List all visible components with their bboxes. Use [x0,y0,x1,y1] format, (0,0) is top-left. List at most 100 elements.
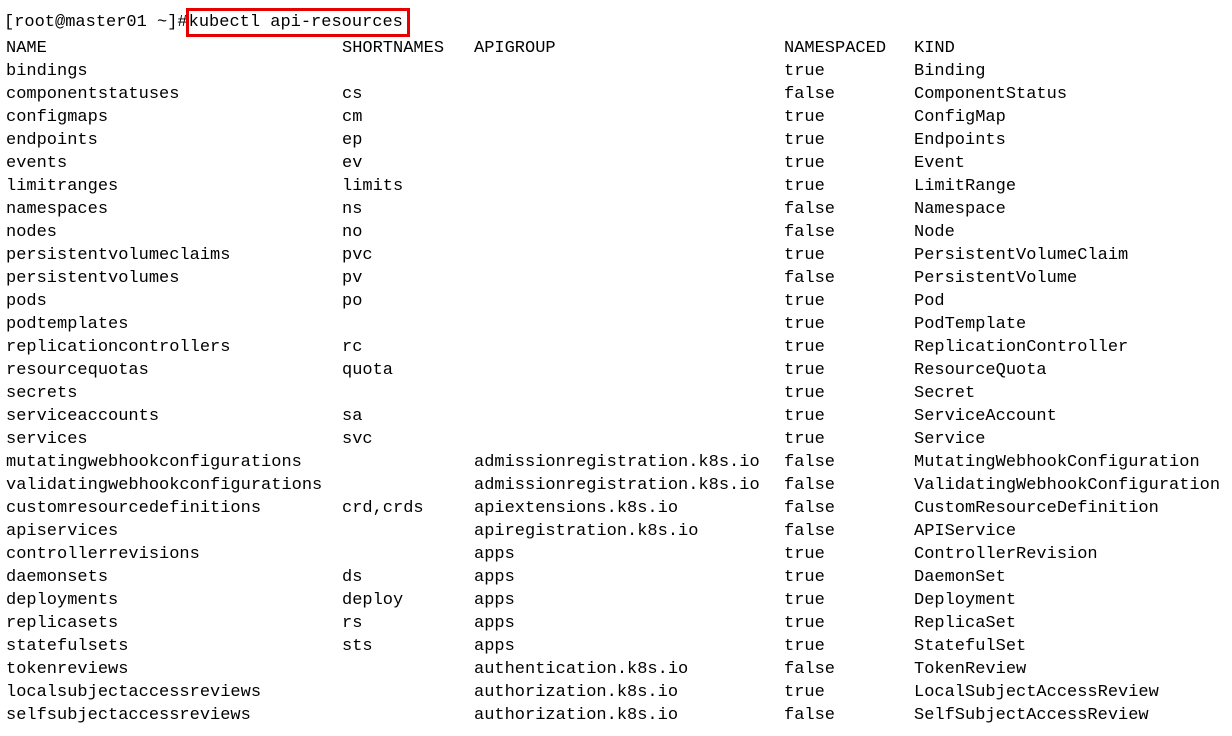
cell-name: persistentvolumes [4,267,342,290]
table-row: daemonsetsdsappstrueDaemonSet [4,566,1228,589]
cell-ns: true [784,290,914,313]
table-row: replicasetsrsappstrueReplicaSet [4,612,1228,635]
cell-short: cm [342,106,474,129]
cell-short [342,520,474,543]
cell-kind: ReplicationController [914,336,1228,359]
cell-apigroup: authorization.k8s.io [474,681,784,704]
cell-kind: ValidatingWebhookConfiguration [914,474,1228,497]
cell-short: sa [342,405,474,428]
cell-kind: ReplicaSet [914,612,1228,635]
cell-apigroup [474,175,784,198]
cell-name: selfsubjectaccessreviews [4,704,342,727]
header-apigroup: APIGROUP [474,37,784,60]
cell-apigroup [474,290,784,313]
cell-kind: ServiceAccount [914,405,1228,428]
cell-short: sts [342,635,474,658]
table-row: servicessvctrueService [4,428,1228,451]
cell-apigroup [474,106,784,129]
table-row: nodesnofalseNode [4,221,1228,244]
cell-apigroup: apps [474,589,784,612]
cell-kind: ResourceQuota [914,359,1228,382]
cell-name: bindings [4,60,342,83]
header-ns: NAMESPACED [784,37,914,60]
cell-kind: Namespace [914,198,1228,221]
cell-kind: Node [914,221,1228,244]
table-row: resourcequotasquotatrueResourceQuota [4,359,1228,382]
cell-apigroup [474,198,784,221]
cell-kind: PersistentVolumeClaim [914,244,1228,267]
cell-kind: Endpoints [914,129,1228,152]
table-row: validatingwebhookconfigurationsadmission… [4,474,1228,497]
table-row: replicationcontrollersrctrueReplicationC… [4,336,1228,359]
cell-apigroup: apps [474,635,784,658]
cell-ns: true [784,152,914,175]
cell-apigroup [474,221,784,244]
cell-kind: PodTemplate [914,313,1228,336]
cell-apigroup: authorization.k8s.io [474,704,784,727]
table-body: bindingstrueBindingcomponentstatusescsfa… [4,60,1228,727]
cell-apigroup: apps [474,543,784,566]
table-row: tokenreviewsauthentication.k8s.iofalseTo… [4,658,1228,681]
table-row: endpointseptrueEndpoints [4,129,1228,152]
cell-name: replicasets [4,612,342,635]
cell-kind: DaemonSet [914,566,1228,589]
table-row: mutatingwebhookconfigurationsadmissionre… [4,451,1228,474]
table-row: secretstrueSecret [4,382,1228,405]
command-highlight: kubectl api-resources [186,8,410,37]
table-row: configmapscmtrueConfigMap [4,106,1228,129]
cell-short: ds [342,566,474,589]
cell-name: podtemplates [4,313,342,336]
cell-short: cs [342,83,474,106]
cell-kind: Deployment [914,589,1228,612]
cell-name: services [4,428,342,451]
cell-name: customresourcedefinitions [4,497,342,520]
header-name: NAME [4,37,342,60]
cell-apigroup: apiextensions.k8s.io [474,497,784,520]
cell-name: persistentvolumeclaims [4,244,342,267]
cell-name: pods [4,290,342,313]
table-row: controllerrevisionsappstrueControllerRev… [4,543,1228,566]
cell-name: namespaces [4,198,342,221]
cell-apigroup: authentication.k8s.io [474,658,784,681]
cell-name: events [4,152,342,175]
cell-kind: SelfSubjectAccessReview [914,704,1228,727]
cell-apigroup [474,267,784,290]
table-row: limitrangeslimitstrueLimitRange [4,175,1228,198]
cell-short: limits [342,175,474,198]
cell-ns: false [784,198,914,221]
cell-kind: Event [914,152,1228,175]
cell-kind: StatefulSet [914,635,1228,658]
cell-short: pv [342,267,474,290]
cell-kind: Service [914,428,1228,451]
cell-short [342,704,474,727]
cell-short: rs [342,612,474,635]
cell-name: tokenreviews [4,658,342,681]
cell-short [342,474,474,497]
cell-short [342,313,474,336]
cell-ns: false [784,497,914,520]
cell-ns: true [784,106,914,129]
cell-ns: true [784,681,914,704]
cell-kind: Secret [914,382,1228,405]
cell-ns: true [784,244,914,267]
cell-short [342,681,474,704]
cell-apigroup [474,152,784,175]
cell-ns: true [784,405,914,428]
cell-ns: true [784,543,914,566]
cell-short: po [342,290,474,313]
cell-apigroup: apps [474,566,784,589]
cell-apigroup: apiregistration.k8s.io [474,520,784,543]
cell-apigroup [474,60,784,83]
cell-name: validatingwebhookconfigurations [4,474,342,497]
cell-kind: LimitRange [914,175,1228,198]
cell-name: resourcequotas [4,359,342,382]
cell-short [342,60,474,83]
cell-ns: true [784,382,914,405]
cell-ns: false [784,83,914,106]
cell-name: deployments [4,589,342,612]
cell-short [342,451,474,474]
cell-name: localsubjectaccessreviews [4,681,342,704]
cell-short: pvc [342,244,474,267]
cell-ns: false [784,267,914,290]
cell-short [342,382,474,405]
